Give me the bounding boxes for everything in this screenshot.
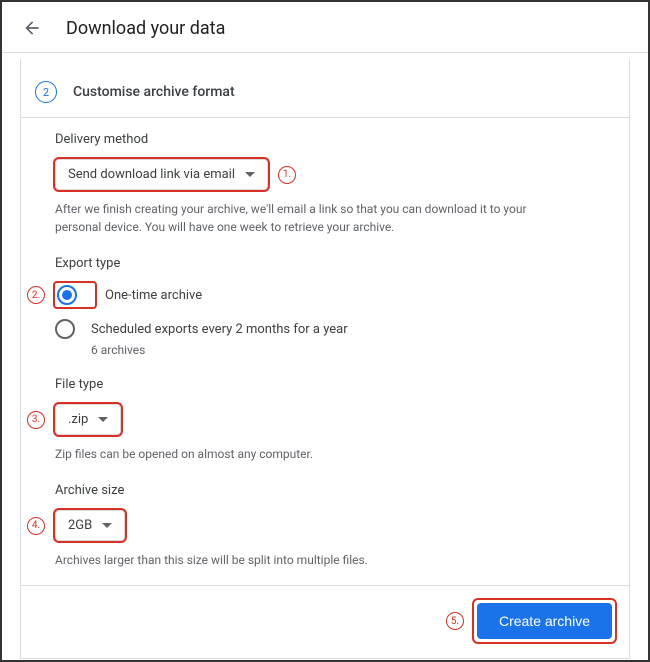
- step-number-badge: 2: [35, 81, 57, 103]
- step-footer: 5. Create archive: [21, 585, 629, 658]
- annotation-5: 5.: [446, 612, 464, 630]
- chevron-down-icon: [102, 523, 112, 529]
- file-type-dropdown[interactable]: .zip: [55, 404, 121, 435]
- file-type-label: File type: [55, 377, 595, 392]
- export-scheduled-sublabel: 6 archives: [91, 343, 595, 357]
- step-title: Customise archive format: [73, 84, 235, 100]
- annotation-2: 2.: [27, 286, 45, 304]
- export-scheduled-radio[interactable]: [55, 319, 75, 339]
- arrow-back-icon: [22, 18, 42, 38]
- page-title: Download your data: [66, 18, 225, 39]
- create-archive-button[interactable]: Create archive: [477, 603, 612, 639]
- archive-size-label: Archive size: [55, 483, 595, 498]
- annotation-3: 3.: [27, 411, 45, 429]
- delivery-method-value: Send download link via email: [68, 167, 235, 182]
- annotation-1: 1.: [278, 166, 296, 184]
- export-type-label: Export type: [55, 256, 595, 271]
- archive-size-value: 2GB: [68, 518, 92, 533]
- delivery-method-dropdown[interactable]: Send download link via email: [55, 159, 268, 190]
- archive-size-dropdown[interactable]: 2GB: [55, 510, 125, 541]
- annotation-4: 4.: [27, 517, 45, 535]
- step-header[interactable]: 2 Customise archive format: [21, 59, 629, 118]
- chevron-down-icon: [98, 417, 108, 423]
- export-one-time-label: One-time archive: [105, 288, 202, 303]
- export-one-time-radio[interactable]: [57, 285, 77, 305]
- file-type-value: .zip: [68, 412, 88, 427]
- file-type-help-text: Zip files can be opened on almost any co…: [55, 445, 575, 463]
- back-button[interactable]: [20, 16, 44, 40]
- delivery-method-label: Delivery method: [55, 132, 595, 147]
- archive-size-help-text: Archives larger than this size will be s…: [55, 551, 575, 569]
- export-scheduled-label: Scheduled exports every 2 months for a y…: [91, 322, 348, 337]
- page-header: Download your data: [2, 2, 648, 53]
- delivery-help-text: After we finish creating your archive, w…: [55, 200, 575, 236]
- chevron-down-icon: [245, 172, 255, 178]
